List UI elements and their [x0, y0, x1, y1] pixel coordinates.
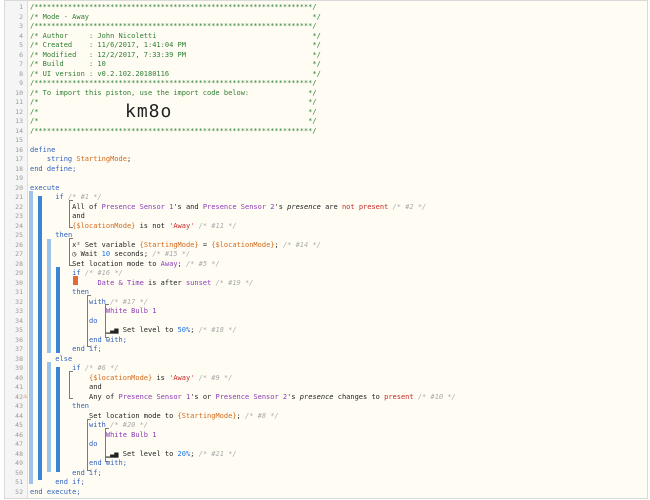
code-line: 25 then — [15, 231, 73, 239]
signal-bars-icon: ▁▃▅ — [105, 449, 119, 458]
code-line[interactable]: 42 Any of Presence Sensor 1's or Presenc… — [5, 393, 647, 403]
code-line: 41 and — [15, 383, 102, 391]
code-line: 39 if /* #6 */ — [15, 364, 119, 372]
code-line: 51 end if; — [15, 478, 85, 486]
code-line[interactable]: 24 {$locationMode} is not 'Away' /* #11 … — [5, 222, 647, 232]
code-line: 49 end with; — [15, 459, 127, 467]
code-line: 31 then — [15, 288, 90, 296]
code-line: 47 do — [15, 440, 98, 448]
code-line: 13/* */ — [15, 117, 317, 125]
code-line: 32 with /* #17 */ — [15, 297, 149, 306]
code-line: 52 end execute; — [15, 487, 81, 496]
code-line: 11/* */ — [15, 98, 317, 106]
code-line[interactable]: 27 ◷ Wait 10 seconds; /* #15 */ — [5, 250, 647, 260]
code-line: 5/* Created : 11/6/2017, 1:41:04 PM */ — [19, 41, 321, 49]
code-line[interactable]: 44 Set location mode to {StartingMode}; … — [5, 412, 647, 422]
code-line: 1/**************************************… — [19, 3, 317, 11]
code-line: 12/* */ — [15, 107, 317, 116]
code-line: 45 with /* #20 */ — [15, 421, 149, 429]
code-line[interactable]: 28 Set location mode to Away; /* #5 */ — [5, 260, 647, 270]
code-line: 43 then — [15, 402, 90, 410]
code-line[interactable]: 46 White Bulb 1 — [5, 431, 647, 441]
code-line: 50 end if; — [15, 468, 102, 477]
variable-icon: x² — [72, 240, 81, 249]
code-line: 3/**************************************… — [19, 22, 317, 30]
clock-icon: ◷ — [72, 250, 77, 258]
warning-icon[interactable]: ⚠ — [23, 392, 27, 400]
code-line: 14/*************************************… — [15, 126, 317, 135]
code-line: 29 if /* #16 */ — [15, 269, 123, 277]
code-line: 8/* UI version : v0.2.102.20180116 */ — [19, 69, 321, 78]
code-line[interactable]: 35 ▁▃▅ Set level to 50%; /* #18 */ — [5, 326, 647, 336]
code-line: 19 — [15, 174, 23, 182]
code-line[interactable]: 40 {$locationMode} is 'Away' /* #9 */ — [5, 374, 647, 384]
code-line: 4/* Author : John Nicoletti */ — [19, 31, 321, 40]
code-line[interactable]: 33 White Bulb 1 — [5, 307, 647, 317]
piston-code-editor: 1/**************************************… — [4, 0, 648, 499]
code-line: 36 end with; — [15, 335, 127, 344]
code-line: 9/**************************************… — [19, 79, 317, 87]
code-line: 17 string StartingMode; — [15, 155, 132, 163]
code-line: 7/* Build : 10 */ — [19, 60, 321, 68]
code-line: 37 end if; — [15, 345, 102, 353]
code-line[interactable]: 22 All of Presence Sensor 1's and Presen… — [5, 203, 647, 213]
code-line[interactable]: 48 ▁▃▅ Set level to 20%; /* #21 */ — [5, 450, 647, 460]
code-line: 34 do — [15, 316, 98, 325]
code-line: 38 else — [15, 354, 73, 363]
code-line: 2/* Mode - Away */ — [19, 12, 321, 21]
code-line: 15 — [15, 136, 23, 144]
code-line: 10/* To import this piston, use the impo… — [15, 88, 317, 97]
code-line: 23 and — [15, 212, 85, 220]
code-line[interactable]: 30 Date & Time is after sunset /* #19 */ — [5, 279, 647, 289]
import-code[interactable]: km8o — [125, 101, 172, 122]
code-line[interactable]: 26 x² Set variable {StartingMode} = {$lo… — [5, 241, 647, 251]
code-line: 20 execute — [15, 183, 60, 192]
code-line: 16 define — [15, 145, 56, 154]
code-line: 21 if /* #1 */ — [15, 193, 102, 201]
code-line: 18 end define; — [15, 164, 77, 173]
signal-bars-icon: ▁▃▅ — [105, 326, 119, 334]
code-line: 6/* Modified : 12/2/2017, 7:33:39 PM */ — [19, 50, 321, 59]
